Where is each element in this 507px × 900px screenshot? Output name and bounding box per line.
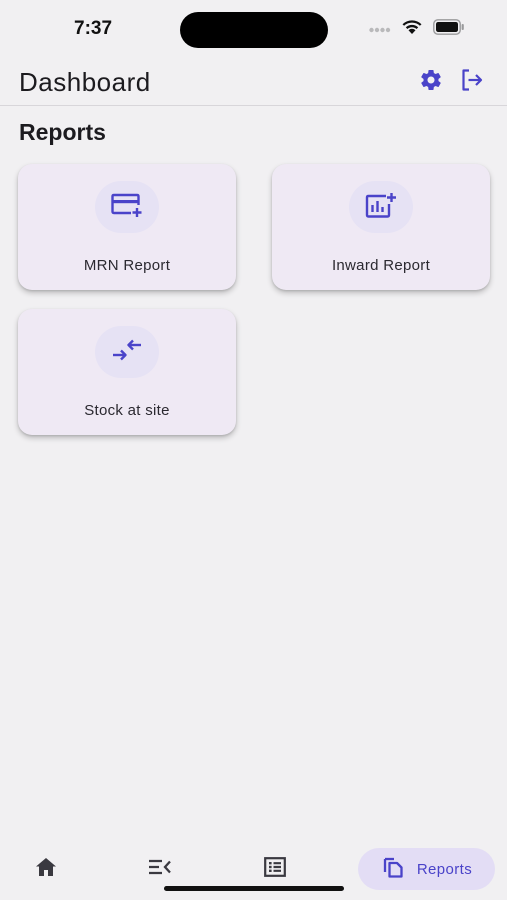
mrn-report-card[interactable]: MRN Report (18, 164, 236, 290)
nav-item-list[interactable] (259, 852, 291, 886)
logout-button[interactable] (459, 67, 485, 98)
stock-at-site-card[interactable]: Stock at site (18, 309, 236, 435)
section-title: Reports (19, 119, 106, 145)
page-title: Dashboard (19, 67, 151, 97)
card-label: Stock at site (84, 402, 170, 419)
chart-add-icon (364, 191, 398, 224)
app-bar-actions (418, 67, 485, 98)
logout-icon (459, 67, 485, 98)
app-bar: Dashboard (0, 58, 507, 106)
nav-item-label: Reports (416, 860, 473, 878)
swap-arrows-icon (110, 339, 144, 366)
nav-item-home[interactable] (30, 852, 62, 886)
list-box-icon (263, 856, 287, 883)
card-add-icon (110, 192, 144, 223)
nav-item-reports[interactable]: Reports (358, 848, 495, 890)
home-icon (34, 856, 58, 883)
card-icon-container (95, 181, 159, 233)
status-time: 7:37 (74, 18, 113, 39)
card-icon-container (349, 181, 413, 233)
status-bar: 7:37 (0, 0, 507, 58)
inward-report-card[interactable]: Inward Report (272, 164, 490, 290)
status-icons (369, 18, 465, 40)
nav-item-menu[interactable] (144, 852, 176, 886)
dynamic-island (180, 12, 328, 48)
menu-list-icon (147, 857, 173, 882)
home-indicator (164, 886, 344, 891)
settings-button[interactable] (418, 69, 444, 95)
battery-icon (433, 18, 465, 40)
card-label: Inward Report (331, 257, 431, 274)
card-label: MRN Report (83, 257, 171, 274)
wifi-icon (401, 18, 423, 40)
card-icon-container (95, 326, 159, 378)
settings-icon (419, 68, 443, 97)
signal-icon (369, 20, 391, 38)
copy-pages-icon (381, 855, 405, 884)
